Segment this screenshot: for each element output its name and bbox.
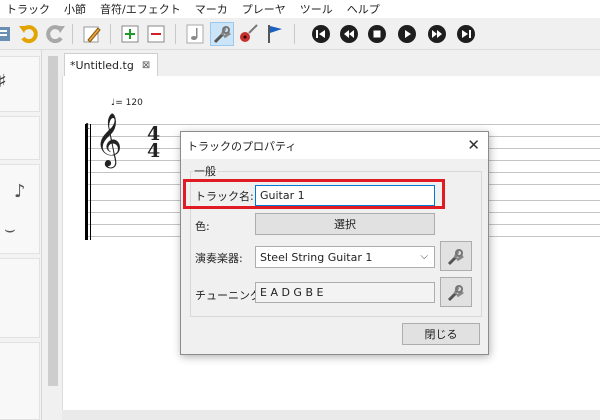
- undo-icon[interactable]: [17, 22, 41, 46]
- close-button[interactable]: 閉じる: [402, 323, 480, 345]
- first-measure-icon[interactable]: [309, 22, 333, 46]
- tuning-fork-icon[interactable]: [210, 22, 234, 46]
- instrument-select[interactable]: Steel String Guitar 1 ⌵: [255, 246, 435, 268]
- instrument-label: 演奏楽器:: [195, 252, 243, 265]
- remove-measure-icon[interactable]: [144, 22, 168, 46]
- tab-close-icon[interactable]: ⊠: [142, 60, 150, 71]
- menu-note-effect[interactable]: 音符/エフェクト: [94, 1, 189, 17]
- marker-flag-icon[interactable]: [262, 22, 286, 46]
- instrument-settings-button[interactable]: [440, 241, 472, 271]
- menu-track[interactable]: トラック: [0, 1, 58, 17]
- tuning-settings-button[interactable]: [440, 277, 472, 307]
- bar-line: [90, 124, 91, 240]
- sidebar-panel: [0, 116, 40, 160]
- treble-clef: 𝄞: [95, 112, 123, 166]
- tuning-fork-icon: [447, 249, 464, 266]
- dialog-title: トラックのプロパティ: [187, 139, 297, 153]
- instrument-value: Steel String Guitar 1: [260, 250, 373, 264]
- sidebar-panel: [0, 258, 40, 338]
- last-measure-icon[interactable]: [454, 22, 478, 46]
- highlight-box: [183, 179, 445, 209]
- track-properties-dialog: トラックのプロパティ ✕ 一般 トラック名: Guitar 1 色: 選択 演奏…: [180, 131, 489, 355]
- chevron-down-icon: ⌵: [420, 251, 428, 262]
- vertical-scrollbar[interactable]: [44, 50, 62, 420]
- edit-pencil-icon[interactable]: [80, 22, 104, 46]
- properties-icon[interactable]: [0, 22, 16, 46]
- score-note-icon[interactable]: [183, 22, 207, 46]
- menu-tools[interactable]: ツール: [294, 1, 341, 17]
- sidebar-panel: ♯: [0, 56, 40, 112]
- tab-bar: *Untitled.tg ⊠: [62, 50, 600, 76]
- left-sidebar: ♯ ♪ ⌣: [0, 50, 42, 420]
- previous-icon[interactable]: [337, 22, 361, 46]
- horizontal-scrollbar[interactable]: [62, 410, 600, 420]
- measure-number: 1: [85, 122, 91, 131]
- tempo-marking: ♩= 120: [111, 98, 143, 108]
- tuning-field[interactable]: E A D G B E: [255, 282, 435, 303]
- color-label: 色:: [195, 220, 210, 233]
- bar-line: [85, 124, 88, 240]
- group-label: 一般: [193, 163, 217, 179]
- menu-player[interactable]: プレーヤ: [236, 1, 294, 17]
- dialog-titlebar: トラックのプロパティ: [181, 132, 488, 159]
- tie-icon[interactable]: ⌣: [4, 219, 16, 240]
- dialog-close-icon[interactable]: ✕: [467, 136, 480, 154]
- menu-measure[interactable]: 小節: [58, 1, 94, 17]
- play-icon[interactable]: [395, 22, 419, 46]
- insert-measure-icon[interactable]: [118, 22, 142, 46]
- next-icon[interactable]: [425, 22, 449, 46]
- scroll-thumb[interactable]: [48, 56, 58, 386]
- staff-line: [87, 124, 600, 125]
- menu-help[interactable]: ヘルプ: [341, 1, 388, 17]
- tab-title: *Untitled.tg: [70, 58, 134, 72]
- stop-icon[interactable]: [365, 22, 389, 46]
- time-signature: 4 4: [147, 123, 161, 162]
- menu-bar: トラック 小節 音符/エフェクト マーカ プレーヤ ツール ヘルプ: [0, 0, 600, 18]
- tab-untitled[interactable]: *Untitled.tg ⊠: [64, 53, 158, 76]
- eighth-note-icon[interactable]: ♪: [14, 181, 26, 202]
- tuning-fork-icon: [447, 285, 464, 302]
- sidebar-panel: [0, 342, 40, 420]
- sharp-icon[interactable]: ♯: [0, 71, 7, 92]
- toolbar: [0, 18, 600, 50]
- sidebar-panel: ♪ ⌣: [0, 164, 40, 254]
- guitar-icon[interactable]: [236, 22, 260, 46]
- color-select-button[interactable]: 選択: [255, 213, 435, 235]
- redo-icon[interactable]: [43, 22, 67, 46]
- menu-marker[interactable]: マーカ: [189, 1, 236, 17]
